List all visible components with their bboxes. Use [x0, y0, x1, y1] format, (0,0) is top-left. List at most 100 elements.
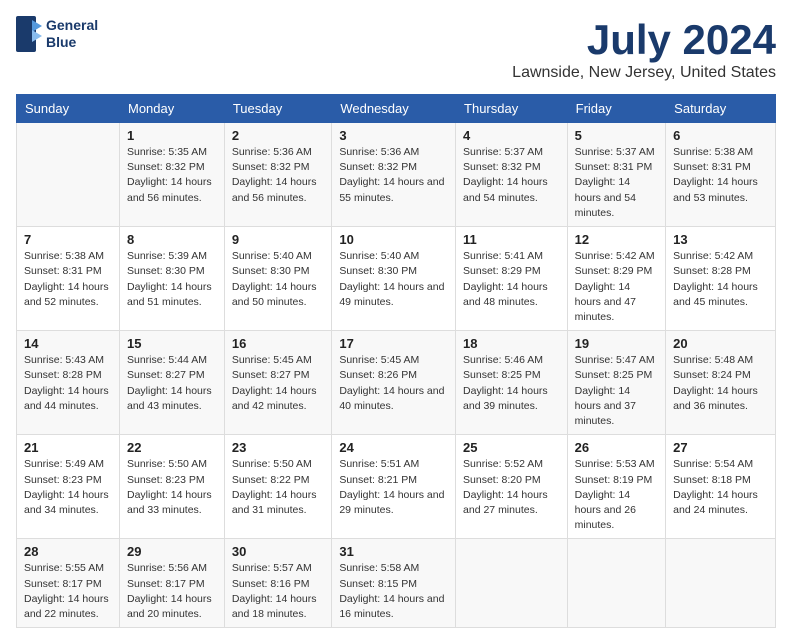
week-row-1: 1 Sunrise: 5:35 AM Sunset: 8:32 PM Daylig… — [17, 123, 776, 227]
day-info: Sunrise: 5:54 AM Sunset: 8:18 PM Dayligh… — [673, 457, 768, 518]
calendar-cell: 10Sunrise: 5:40 AM Sunset: 8:30 PM Dayli… — [332, 227, 456, 331]
week-row-4: 21 Sunrise: 5:49 AM Sunset: 8:23 PM Dayli… — [17, 435, 776, 539]
calendar-cell: 25 Sunrise: 5:52 AM Sunset: 8:20 PM Dayli… — [456, 435, 568, 539]
calendar-cell: 18 Sunrise: 5:46 AM Sunset: 8:25 PM Dayli… — [456, 331, 568, 435]
day-info: Sunrise: 5:50 AM Sunset: 8:22 PM Dayligh… — [232, 457, 325, 518]
day-info: Sunrise: 5:55 AM Sunset: 8:17 PM Dayligh… — [24, 561, 112, 622]
day-info: Sunrise: 5:47 AM Sunset: 8:25 PM Dayligh… — [575, 353, 659, 429]
day-info: Sunrise: 5:44 AM Sunset: 8:27 PM Dayligh… — [127, 353, 217, 414]
calendar-cell: 14 Sunrise: 5:43 AM Sunset: 8:28 PM Dayli… — [17, 331, 120, 435]
column-header-thursday: Thursday — [456, 95, 568, 123]
day-info: Sunrise: 5:50 AM Sunset: 8:23 PM Dayligh… — [127, 457, 217, 518]
calendar-cell: 4Sunrise: 5:37 AM Sunset: 8:32 PM Daylig… — [456, 123, 568, 227]
day-number: 22 — [127, 440, 217, 455]
day-info: Sunrise: 5:46 AM Sunset: 8:25 PM Dayligh… — [463, 353, 560, 414]
day-info: Sunrise: 5:36 AM Sunset: 8:32 PM Dayligh… — [232, 145, 325, 206]
logo-line1: General — [46, 17, 98, 35]
day-info: Sunrise: 5:56 AM Sunset: 8:17 PM Dayligh… — [127, 561, 217, 622]
day-info: Sunrise: 5:40 AM Sunset: 8:30 PM Dayligh… — [339, 249, 448, 310]
title-section: July 2024 Lawnside, New Jersey, United S… — [512, 16, 776, 82]
calendar-cell: 20 Sunrise: 5:48 AM Sunset: 8:24 PM Dayli… — [666, 331, 776, 435]
day-number: 1 — [127, 128, 217, 143]
day-number: 20 — [673, 336, 768, 351]
day-number: 30 — [232, 544, 325, 559]
calendar-cell — [666, 539, 776, 628]
page-title: July 2024 — [512, 16, 776, 64]
day-number: 31 — [339, 544, 448, 559]
calendar-cell: 2 Sunrise: 5:36 AM Sunset: 8:32 PM Daylig… — [224, 123, 332, 227]
day-info: Sunrise: 5:36 AM Sunset: 8:32 PM Dayligh… — [339, 145, 448, 206]
calendar-cell: 21 Sunrise: 5:49 AM Sunset: 8:23 PM Dayli… — [17, 435, 120, 539]
calendar-table: SundayMondayTuesdayWednesdayThursdayFrid… — [16, 94, 776, 628]
calendar-cell: 28 Sunrise: 5:55 AM Sunset: 8:17 PM Dayli… — [17, 539, 120, 628]
day-info: Sunrise: 5:49 AM Sunset: 8:23 PM Dayligh… — [24, 457, 112, 518]
page-header: General Blue July 2024 Lawnside, New Jer… — [16, 16, 776, 82]
calendar-cell: 1 Sunrise: 5:35 AM Sunset: 8:32 PM Daylig… — [120, 123, 225, 227]
day-info: Sunrise: 5:38 AM Sunset: 8:31 PM Dayligh… — [24, 249, 112, 310]
calendar-cell: 26 Sunrise: 5:53 AM Sunset: 8:19 PM Dayli… — [567, 435, 666, 539]
day-number: 28 — [24, 544, 112, 559]
day-number: 19 — [575, 336, 659, 351]
day-info: Sunrise: 5:48 AM Sunset: 8:24 PM Dayligh… — [673, 353, 768, 414]
day-number: 16 — [232, 336, 325, 351]
day-number: 7 — [24, 232, 112, 247]
header-row: SundayMondayTuesdayWednesdayThursdayFrid… — [17, 95, 776, 123]
calendar-cell: 5 Sunrise: 5:37 AM Sunset: 8:31 PM Daylig… — [567, 123, 666, 227]
day-info: Sunrise: 5:39 AM Sunset: 8:30 PM Dayligh… — [127, 249, 217, 310]
calendar-cell — [567, 539, 666, 628]
day-number: 2 — [232, 128, 325, 143]
day-number: 4 — [463, 128, 560, 143]
day-number: 24 — [339, 440, 448, 455]
day-info: Sunrise: 5:58 AM Sunset: 8:15 PM Dayligh… — [339, 561, 448, 622]
calendar-cell: 3 Sunrise: 5:36 AM Sunset: 8:32 PM Daylig… — [332, 123, 456, 227]
logo-text: General Blue — [46, 17, 98, 52]
day-number: 23 — [232, 440, 325, 455]
week-row-2: 7 Sunrise: 5:38 AM Sunset: 8:31 PM Daylig… — [17, 227, 776, 331]
calendar-cell: 6Sunrise: 5:38 AM Sunset: 8:31 PM Daylig… — [666, 123, 776, 227]
day-number: 18 — [463, 336, 560, 351]
column-header-friday: Friday — [567, 95, 666, 123]
day-info: Sunrise: 5:37 AM Sunset: 8:31 PM Dayligh… — [575, 145, 659, 221]
day-number: 3 — [339, 128, 448, 143]
day-number: 5 — [575, 128, 659, 143]
calendar-cell: 11Sunrise: 5:41 AM Sunset: 8:29 PM Dayli… — [456, 227, 568, 331]
day-info: Sunrise: 5:42 AM Sunset: 8:29 PM Dayligh… — [575, 249, 659, 325]
column-header-sunday: Sunday — [17, 95, 120, 123]
logo-graphic — [16, 16, 44, 52]
column-header-wednesday: Wednesday — [332, 95, 456, 123]
day-number: 27 — [673, 440, 768, 455]
day-number: 14 — [24, 336, 112, 351]
column-header-monday: Monday — [120, 95, 225, 123]
day-info: Sunrise: 5:35 AM Sunset: 8:32 PM Dayligh… — [127, 145, 217, 206]
calendar-cell: 30 Sunrise: 5:57 AM Sunset: 8:16 PM Dayli… — [224, 539, 332, 628]
calendar-cell: 31 Sunrise: 5:58 AM Sunset: 8:15 PM Dayli… — [332, 539, 456, 628]
day-number: 8 — [127, 232, 217, 247]
day-info: Sunrise: 5:43 AM Sunset: 8:28 PM Dayligh… — [24, 353, 112, 414]
day-info: Sunrise: 5:53 AM Sunset: 8:19 PM Dayligh… — [575, 457, 659, 533]
day-info: Sunrise: 5:42 AM Sunset: 8:28 PM Dayligh… — [673, 249, 768, 310]
day-number: 21 — [24, 440, 112, 455]
day-info: Sunrise: 5:57 AM Sunset: 8:16 PM Dayligh… — [232, 561, 325, 622]
day-info: Sunrise: 5:40 AM Sunset: 8:30 PM Dayligh… — [232, 249, 325, 310]
day-number: 15 — [127, 336, 217, 351]
calendar-cell: 24Sunrise: 5:51 AM Sunset: 8:21 PM Dayli… — [332, 435, 456, 539]
calendar-cell: 27 Sunrise: 5:54 AM Sunset: 8:18 PM Dayli… — [666, 435, 776, 539]
calendar-cell: 16Sunrise: 5:45 AM Sunset: 8:27 PM Dayli… — [224, 331, 332, 435]
day-info: Sunrise: 5:52 AM Sunset: 8:20 PM Dayligh… — [463, 457, 560, 518]
day-number: 25 — [463, 440, 560, 455]
day-number: 26 — [575, 440, 659, 455]
logo: General Blue — [16, 16, 98, 52]
day-number: 11 — [463, 232, 560, 247]
day-info: Sunrise: 5:38 AM Sunset: 8:31 PM Dayligh… — [673, 145, 768, 206]
page-subtitle: Lawnside, New Jersey, United States — [512, 64, 776, 82]
calendar-cell: 22 Sunrise: 5:50 AM Sunset: 8:23 PM Dayli… — [120, 435, 225, 539]
day-number: 9 — [232, 232, 325, 247]
column-header-tuesday: Tuesday — [224, 95, 332, 123]
calendar-cell: 17Sunrise: 5:45 AM Sunset: 8:26 PM Dayli… — [332, 331, 456, 435]
day-number: 12 — [575, 232, 659, 247]
calendar-cell — [17, 123, 120, 227]
day-number: 17 — [339, 336, 448, 351]
calendar-cell: 9 Sunrise: 5:40 AM Sunset: 8:30 PM Daylig… — [224, 227, 332, 331]
calendar-cell — [456, 539, 568, 628]
logo-line2: Blue — [46, 34, 98, 52]
